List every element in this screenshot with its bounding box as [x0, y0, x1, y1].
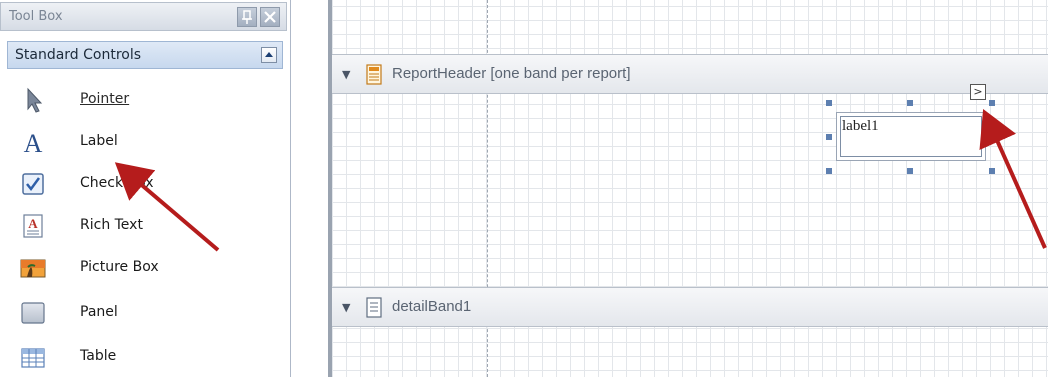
- toolbox-item-table[interactable]: Table: [0, 336, 283, 378]
- toolbox-item-label-text: Label: [80, 133, 118, 149]
- toolbox-title: Tool Box: [9, 9, 63, 24]
- label-control-text: label1: [842, 118, 879, 134]
- pin-icon[interactable]: [237, 7, 257, 27]
- resize-handle[interactable]: [826, 134, 832, 140]
- close-icon[interactable]: [260, 7, 280, 27]
- band-header-report-header[interactable]: ▼ ReportHeader [one band per report]: [332, 54, 1048, 94]
- chevron-right-icon: >: [973, 85, 983, 98]
- resize-handle[interactable]: [989, 168, 995, 174]
- toolbox-item-picture-box[interactable]: Picture Box: [0, 247, 283, 289]
- resize-handle[interactable]: [989, 134, 995, 140]
- rich-text-icon: A: [23, 214, 43, 238]
- toolbox-item-label-text: Check Box: [80, 175, 154, 191]
- resize-handle[interactable]: [907, 168, 913, 174]
- toolbox-titlebar: Tool Box: [0, 2, 287, 31]
- svg-text:A: A: [28, 216, 38, 231]
- standard-controls-category[interactable]: Standard Controls: [7, 41, 283, 69]
- checkbox-icon: [22, 173, 44, 195]
- category-label: Standard Controls: [15, 47, 142, 63]
- collapse-category-icon[interactable]: [261, 47, 277, 63]
- resize-handle[interactable]: [989, 100, 995, 106]
- close-icon-glyph: [264, 11, 276, 23]
- pointer-icon: [27, 87, 43, 113]
- toolbox-item-label: Pointer: [80, 91, 130, 107]
- table-icon: [21, 348, 45, 368]
- label-control[interactable]: label1: [836, 112, 986, 161]
- toolbox-item-checkbox[interactable]: Check Box: [0, 163, 283, 205]
- report-designer-surface[interactable]: ▼ ReportHeader [one band per report] > l…: [328, 0, 1048, 377]
- picture-box-icon: [20, 259, 46, 278]
- band-label: detailBand1: [392, 298, 472, 315]
- label-icon: A: [24, 129, 43, 157]
- report-header-band-icon: [366, 64, 382, 85]
- toolbox-item-pointer[interactable]: Pointer: [0, 79, 283, 121]
- resize-handle[interactable]: [826, 100, 832, 106]
- band-collapse-icon[interactable]: ▼: [342, 68, 350, 81]
- chevron-up-icon: [265, 52, 273, 57]
- pin-icon-glyph: [242, 10, 252, 24]
- smart-tag-button[interactable]: >: [970, 84, 986, 100]
- svg-text:A: A: [24, 129, 43, 157]
- toolbox-panel: Tool Box Standard Controls Pointer A Lab…: [0, 0, 291, 377]
- toolbox-item-label-text: Panel: [80, 304, 118, 320]
- toolbox-item-rich-text[interactable]: A Rich Text: [0, 205, 283, 247]
- toolbox-item-label-text: Picture Box: [80, 259, 159, 275]
- band-label: ReportHeader [one band per report]: [392, 65, 631, 82]
- toolbox-item-panel[interactable]: Panel: [0, 292, 283, 334]
- toolbox-item-label-text: Rich Text: [80, 217, 143, 233]
- panel-icon: [21, 302, 45, 324]
- resize-handle[interactable]: [826, 168, 832, 174]
- toolbox-item-label-text: Table: [80, 348, 117, 364]
- detail-band-icon: [366, 297, 382, 318]
- resize-handle[interactable]: [907, 100, 913, 106]
- toolbox-item-label[interactable]: A Label: [0, 121, 283, 163]
- band-header-detail[interactable]: ▼ detailBand1: [332, 287, 1048, 327]
- band-collapse-icon[interactable]: ▼: [342, 301, 350, 314]
